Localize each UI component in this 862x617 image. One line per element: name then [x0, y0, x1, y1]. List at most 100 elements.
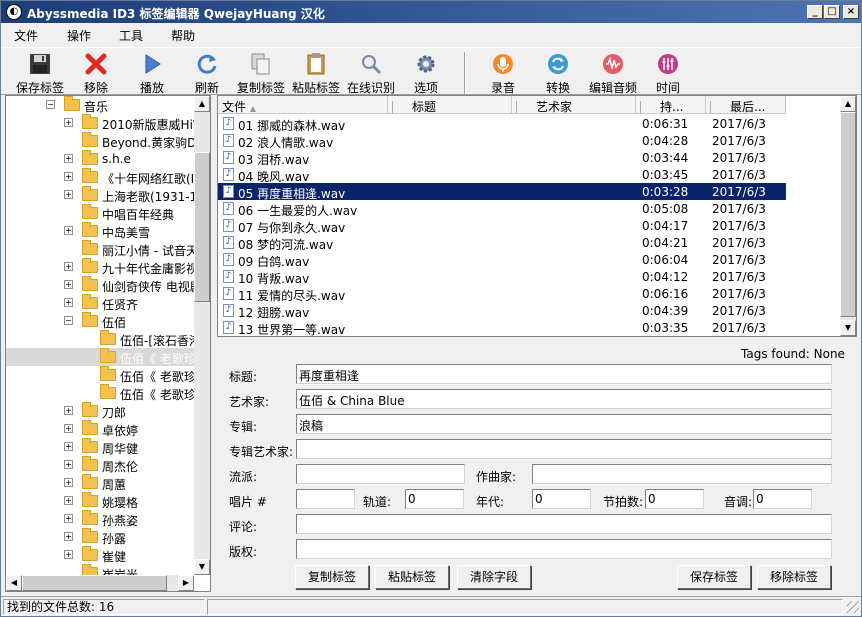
table-row[interactable]: ♪ 08 梦的河流.wav 0:04:21 2017/6/3 — [218, 234, 786, 252]
tree-item[interactable]: + 卓依婷 — [6, 420, 196, 438]
table-row[interactable]: ♪ 06 一生最爱的人.wav 0:05:08 2017/6/3 — [218, 200, 786, 218]
column-header-duration[interactable]: 持... — [636, 96, 706, 114]
comment-input[interactable] — [296, 514, 832, 534]
key-input[interactable]: 0 — [753, 489, 812, 509]
menu-action[interactable]: 操作 — [67, 27, 91, 44]
expand-icon[interactable]: + — [64, 442, 73, 451]
maximize-button[interactable]: □ — [824, 5, 840, 19]
table-row[interactable]: ♪ 10 背叛.wav 0:04:12 2017/6/3 — [218, 268, 786, 286]
expand-icon[interactable]: + — [64, 514, 73, 523]
table-row[interactable]: ♪ 05 再度重相逢.wav 0:03:28 2017/6/3 — [218, 182, 787, 201]
refresh-button[interactable]: 刷新 — [192, 52, 222, 96]
close-button[interactable]: × — [843, 5, 859, 19]
minimize-button[interactable]: _ — [807, 5, 823, 19]
tree-item[interactable]: + 任贤齐 — [6, 294, 196, 312]
expand-icon[interactable]: + — [64, 118, 73, 127]
artist-input[interactable]: 伍佰 & China Blue — [296, 389, 832, 409]
genre-input[interactable] — [296, 464, 465, 484]
title-input[interactable]: 再度重相逢 — [296, 364, 832, 384]
bpm-input[interactable]: 0 — [645, 489, 704, 509]
menu-file[interactable]: 文件 — [14, 27, 38, 44]
table-row[interactable]: ♪ 02 浪人情歌.wav 0:04:28 2017/6/3 — [218, 132, 786, 150]
expand-icon[interactable]: + — [64, 262, 73, 271]
tree-item[interactable]: + 崔健 — [6, 546, 196, 564]
composer-input[interactable] — [532, 464, 832, 484]
tree-scroll-left-button[interactable]: ◀ — [6, 575, 22, 591]
tree-horizontal-scrollbar[interactable]: ◀ ▶ — [6, 575, 194, 591]
tree-item[interactable]: + 中岛美雪 — [6, 222, 196, 240]
tree-item[interactable]: + 九十年代金庸影视 — [6, 258, 196, 276]
expand-icon[interactable]: + — [64, 226, 73, 235]
table-row[interactable]: ♪ 01 挪威的森林.wav 0:06:31 2017/6/3 — [218, 115, 786, 133]
expand-icon[interactable]: + — [64, 154, 73, 163]
table-row[interactable]: ♪ 11 爱情的尽头.wav 0:06:16 2017/6/3 — [218, 285, 786, 303]
copyright-input[interactable] — [296, 539, 832, 559]
table-row[interactable]: ♪ 12 翅膀.wav 0:04:39 2017/6/3 — [218, 302, 786, 320]
remove-button[interactable]: 移除 — [81, 52, 111, 96]
filelist-scroll-down-button[interactable]: ▼ — [840, 320, 856, 336]
tree-scroll-down-button[interactable]: ▼ — [194, 559, 210, 575]
expand-icon[interactable]: + — [64, 496, 73, 505]
disc-input[interactable] — [296, 489, 355, 509]
expand-icon[interactable]: + — [64, 424, 73, 433]
record-button[interactable]: 录音 — [488, 52, 518, 96]
column-header-modified[interactable]: 最后... — [706, 96, 786, 114]
tree-item[interactable]: 伍佰《 老歌珍 — [6, 348, 196, 366]
filelist-scroll-up-button[interactable]: ▲ — [840, 96, 856, 112]
remove-tags-button[interactable]: 移除标签 — [757, 565, 831, 589]
tree-item[interactable]: Beyond.黄家驹DSD — [6, 132, 196, 150]
tree-scroll-up-button[interactable]: ▲ — [194, 96, 210, 112]
copy-tags-toolbar-button[interactable]: 复制标签 — [236, 52, 286, 96]
table-row[interactable]: ♪ 07 与你到永久.wav 0:04:17 2017/6/3 — [218, 217, 786, 235]
clear-fields-button[interactable]: 清除字段 — [457, 565, 531, 589]
tree-item[interactable]: + s.h.e — [6, 150, 196, 168]
table-row[interactable]: ♪ 03 泪桥.wav 0:03:44 2017/6/3 — [218, 149, 786, 167]
table-row[interactable]: ♪ 04 晚风.wav 0:03:45 2017/6/3 — [218, 166, 786, 184]
file-list[interactable]: 文件 ▲ 标题 艺术家 持... 最后... ♪ 01 挪威的森林.wav 0:06… — [217, 95, 857, 337]
tree-vertical-scrollbar[interactable]: ▲ ▼ — [194, 96, 210, 575]
tree-item[interactable]: 丽江小倩 - 试音天 — [6, 240, 196, 258]
tree-item[interactable]: + 周杰伦 — [6, 456, 196, 474]
paste-tags-toolbar-button[interactable]: 粘贴标签 — [291, 52, 341, 96]
menu-help[interactable]: 帮助 — [171, 27, 195, 44]
save-tags-button[interactable]: 保存标签 — [15, 52, 65, 96]
copy-tags-button[interactable]: 复制标签 — [295, 565, 369, 589]
tree-item[interactable]: 伍佰-[滚石香港 — [6, 330, 196, 348]
tree-item[interactable]: 伍佰《 老歌珍 — [6, 384, 196, 402]
time-button[interactable]: 时间 — [653, 52, 683, 96]
paste-tags-button[interactable]: 粘贴标签 — [375, 565, 449, 589]
save-tags-bottom-button[interactable]: 保存标签 — [677, 565, 751, 589]
tree-item[interactable]: + 上海老歌(1931-19 — [6, 186, 196, 204]
folder-tree[interactable]: −音乐+2010新版惠威HiViBeyond.黄家驹DSD+s.h.e+《十年网… — [5, 95, 211, 592]
tree-item[interactable]: + 刀郎 — [6, 402, 196, 420]
collapse-icon[interactable]: − — [46, 100, 55, 109]
album-artist-input[interactable] — [296, 439, 832, 459]
table-row[interactable]: ♪ 09 白鸽.wav 0:06:04 2017/6/3 — [218, 251, 786, 269]
column-header-file[interactable]: 文件 ▲ — [218, 96, 388, 114]
expand-icon[interactable]: + — [64, 172, 73, 181]
expand-icon[interactable]: + — [64, 460, 73, 469]
edit-audio-button[interactable]: 编辑音频 — [588, 52, 638, 96]
expand-icon[interactable]: + — [64, 280, 73, 289]
album-input[interactable]: 浪稿 — [296, 414, 832, 434]
tree-item[interactable]: + 孙露 — [6, 528, 196, 546]
tree-scroll-right-button[interactable]: ▶ — [178, 575, 194, 591]
collapse-icon[interactable]: − — [64, 316, 73, 325]
expand-icon[interactable]: + — [64, 532, 73, 541]
tree-item[interactable]: +2010新版惠威HiVi — [6, 114, 196, 132]
app-logo-icon[interactable]: ◐ — [6, 4, 22, 20]
tree-item[interactable]: − 音乐 — [6, 96, 196, 114]
menu-tools[interactable]: 工具 — [119, 27, 143, 44]
filelist-vertical-scrollbar[interactable]: ▲ ▼ — [840, 96, 856, 336]
expand-icon[interactable]: + — [64, 298, 73, 307]
expand-icon[interactable]: + — [64, 406, 73, 415]
options-button[interactable]: 选项 — [411, 52, 441, 96]
convert-button[interactable]: 转换 — [543, 52, 573, 96]
online-identify-button[interactable]: 在线识别 — [346, 52, 396, 96]
expand-icon[interactable]: + — [64, 478, 73, 487]
tree-item[interactable]: + 《十年网络红歌(I — [6, 168, 196, 186]
play-button[interactable]: 播放 — [137, 52, 167, 96]
year-input[interactable]: 0 — [532, 489, 591, 509]
tree-item[interactable]: 伍佰《 老歌珍 — [6, 366, 196, 384]
column-header-title[interactable]: 标题 — [388, 96, 512, 114]
